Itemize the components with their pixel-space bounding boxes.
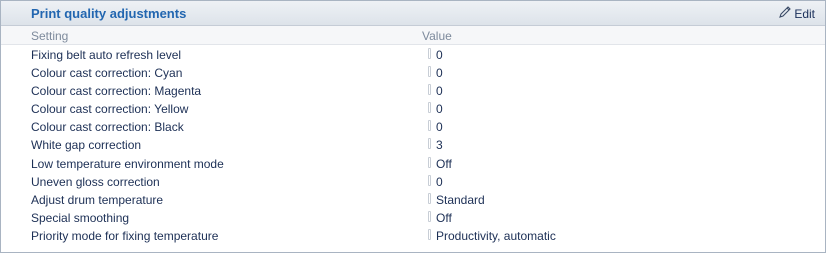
value-marker bbox=[428, 102, 431, 114]
settings-list: Fixing belt auto refresh level 0 Colour … bbox=[1, 45, 825, 244]
settings-row: Uneven gloss correction 0 bbox=[1, 172, 825, 190]
value-marker bbox=[428, 228, 431, 240]
edit-label: Edit bbox=[794, 6, 815, 21]
setting-value: Off bbox=[436, 210, 452, 225]
column-header-setting: Setting bbox=[31, 29, 69, 43]
setting-label: Special smoothing bbox=[31, 210, 130, 225]
setting-label: Colour cast correction: Black bbox=[31, 120, 184, 135]
settings-row: Fixing belt auto refresh level 0 bbox=[1, 45, 825, 63]
settings-row: Colour cast correction: Magenta 0 bbox=[1, 81, 825, 99]
setting-value: 0 bbox=[436, 102, 443, 117]
value-marker bbox=[428, 156, 431, 168]
panel-header: Print quality adjustments Edit bbox=[1, 1, 825, 26]
settings-row: Priority mode for fixing temperature Pro… bbox=[1, 226, 825, 244]
setting-label: White gap correction bbox=[31, 138, 142, 153]
pencil-icon bbox=[778, 5, 792, 22]
settings-row: Colour cast correction: Black 0 bbox=[1, 117, 825, 135]
setting-label: Priority mode for fixing temperature bbox=[31, 228, 219, 243]
panel-title: Print quality adjustments bbox=[31, 6, 187, 21]
value-marker bbox=[428, 138, 431, 150]
setting-value: Off bbox=[436, 156, 452, 171]
print-quality-panel: Print quality adjustments Edit Setting V… bbox=[0, 0, 826, 253]
settings-row: Colour cast correction: Cyan 0 bbox=[1, 63, 825, 81]
value-marker bbox=[428, 66, 431, 78]
value-marker bbox=[428, 192, 431, 204]
setting-label: Low temperature environment mode bbox=[31, 156, 224, 171]
setting-value: 0 bbox=[436, 120, 443, 135]
column-header-value: Value bbox=[422, 29, 452, 43]
setting-value: 3 bbox=[436, 138, 443, 153]
setting-label: Uneven gloss correction bbox=[31, 174, 160, 189]
setting-label: Adjust drum temperature bbox=[31, 192, 164, 207]
setting-value: Standard bbox=[436, 192, 485, 207]
value-marker bbox=[428, 48, 431, 59]
setting-value: 0 bbox=[436, 48, 443, 62]
settings-row: Adjust drum temperature Standard bbox=[1, 190, 825, 208]
settings-row: Colour cast correction: Yellow 0 bbox=[1, 99, 825, 117]
value-marker bbox=[428, 210, 431, 222]
setting-label: Fixing belt auto refresh level bbox=[31, 48, 182, 62]
setting-value: 0 bbox=[436, 84, 443, 99]
value-marker bbox=[428, 120, 431, 132]
settings-row: Low temperature environment mode Off bbox=[1, 154, 825, 172]
setting-value: 0 bbox=[436, 174, 443, 189]
settings-row: Special smoothing Off bbox=[1, 208, 825, 226]
setting-value: Productivity, automatic bbox=[436, 228, 556, 243]
edit-button[interactable]: Edit bbox=[778, 5, 815, 22]
setting-label: Colour cast correction: Yellow bbox=[31, 102, 189, 117]
value-marker bbox=[428, 174, 431, 186]
setting-label: Colour cast correction: Magenta bbox=[31, 84, 202, 99]
setting-label: Colour cast correction: Cyan bbox=[31, 66, 183, 81]
value-marker bbox=[428, 84, 431, 96]
settings-row: White gap correction 3 bbox=[1, 135, 825, 153]
setting-value: 0 bbox=[436, 66, 443, 81]
column-header-row: Setting Value bbox=[1, 26, 825, 45]
